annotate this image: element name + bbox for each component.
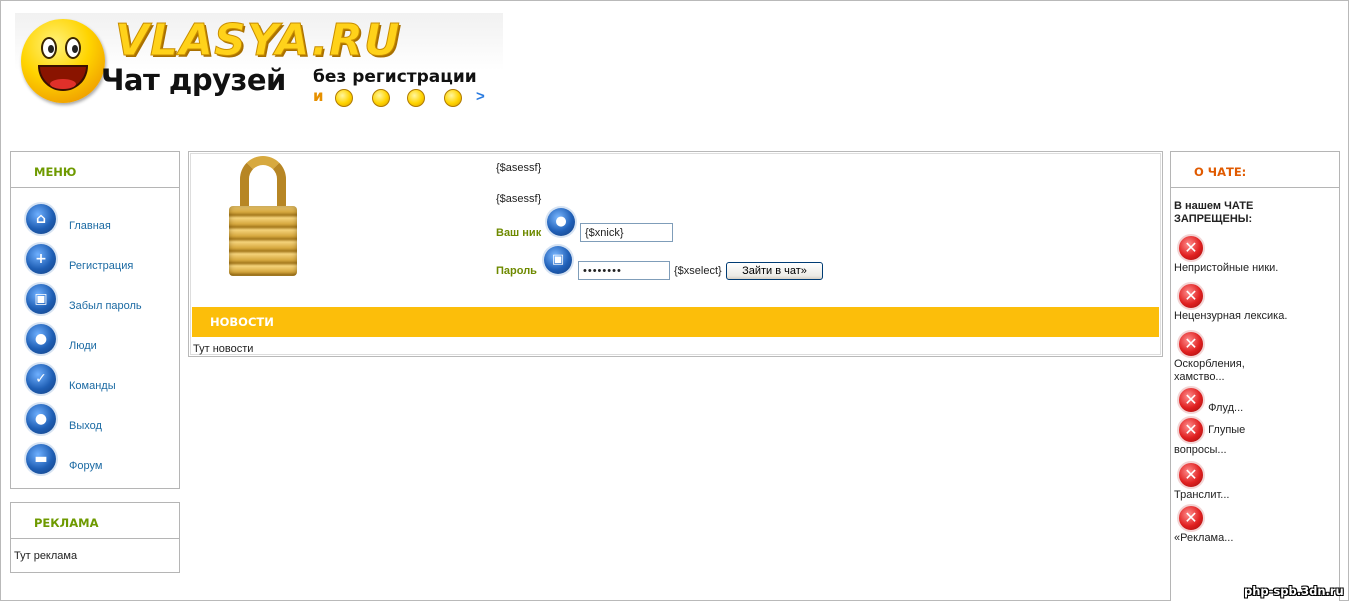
about-body: В нашем ЧАТЕ ЗАПРЕЩЕНЫ: ✕ Непристойные н… xyxy=(1171,188,1339,545)
about-heading: О ЧАТЕ: xyxy=(1171,152,1339,188)
password-input[interactable] xyxy=(578,261,670,280)
tongue-smiley-icon xyxy=(444,89,462,107)
rule-item: ✕ Флуд... xyxy=(1174,386,1339,414)
rule-text: «Реклама... xyxy=(1174,532,1234,544)
nick-input[interactable] xyxy=(580,223,673,242)
ads-body: Тут реклама xyxy=(14,550,78,562)
about-panel: О ЧАТЕ: В нашем ЧАТЕ ЗАПРЕЩЕНЫ: ✕ Неприс… xyxy=(1170,151,1340,601)
logo-arrow: > xyxy=(476,88,485,105)
session-var-1: {$asessf} xyxy=(496,162,542,174)
forbidden-icon: ✕ xyxy=(1177,386,1205,414)
glasses-smiley-icon xyxy=(407,89,425,107)
session-var-2: {$asessf} xyxy=(496,193,542,205)
ads-panel: РЕКЛАМА Тут реклама xyxy=(10,502,180,573)
rule-text: Оскорбления, хамство... xyxy=(1174,358,1245,383)
lock-icon: ▣ xyxy=(26,284,56,314)
check-icon: ✓ xyxy=(26,364,56,394)
menu-panel: МЕНЮ ⌂ Главная + Регистрация ▣ Забыл пар… xyxy=(10,151,180,489)
menu-link-registration[interactable]: Регистрация xyxy=(69,260,133,278)
user-icon: ● xyxy=(26,324,56,354)
exit-icon: ● xyxy=(26,404,56,434)
forbidden-icon: ✕ xyxy=(1177,461,1205,489)
password-label: Пароль xyxy=(496,265,537,277)
logo-tagline: без регистрации xyxy=(313,67,477,87)
padlock-icon xyxy=(229,156,297,276)
menu-item-registration[interactable]: + Регистрация xyxy=(11,238,179,278)
enter-chat-button[interactable]: Зайти в чат» xyxy=(726,262,823,280)
menu-link-forum[interactable]: Форум xyxy=(69,460,102,478)
logo-subtitle: Чат друзей xyxy=(101,63,286,97)
menu-link-exit[interactable]: Выход xyxy=(69,420,102,438)
news-heading: НОВОСТИ xyxy=(192,307,1159,337)
menu-item-exit[interactable]: ● Выход xyxy=(11,398,179,438)
ads-heading: РЕКЛАМА xyxy=(11,503,179,539)
forbidden-icon: ✕ xyxy=(1177,330,1205,358)
home-icon: ⌂ xyxy=(26,204,56,234)
smiley-icon xyxy=(335,89,353,107)
rule-text: Транслит... xyxy=(1174,489,1230,501)
forbidden-icon: ✕ xyxy=(1177,504,1205,532)
logo-title: VLASYA.RU xyxy=(115,15,401,67)
login-panel: {$asessf} {$asessf} Ваш ник ● Пароль ▣ {… xyxy=(188,151,1163,357)
lock-icon: ▣ xyxy=(544,246,572,274)
menu-link-home[interactable]: Главная xyxy=(69,220,111,238)
forum-icon: ▬ xyxy=(26,444,56,474)
menu-item-forgot-password[interactable]: ▣ Забыл пароль xyxy=(11,278,179,318)
rule-text: Непристойные ники. xyxy=(1174,262,1279,274)
menu-link-commands[interactable]: Команды xyxy=(69,380,116,398)
forbidden-icon: ✕ xyxy=(1177,282,1205,310)
about-intro: В нашем ЧАТЕ ЗАПРЕЩЕНЫ: xyxy=(1174,200,1254,225)
smiley-logo-icon xyxy=(21,19,105,103)
menu-link-people[interactable]: Люди xyxy=(69,340,97,358)
select-var: {$xselect} xyxy=(674,265,722,277)
rule-text: Нецензурная лексика. xyxy=(1174,310,1288,322)
nick-label: Ваш ник xyxy=(496,227,542,239)
menu-item-home[interactable]: ⌂ Главная xyxy=(11,198,179,238)
forbidden-icon: ✕ xyxy=(1177,234,1205,262)
news-body: Тут новости xyxy=(193,343,254,355)
plus-icon: + xyxy=(26,244,56,274)
login-inner: {$asessf} {$asessf} Ваш ник ● Пароль ▣ {… xyxy=(190,153,1161,355)
rule-item: ✕ «Реклама... xyxy=(1174,504,1339,545)
menu-item-forum[interactable]: ▬ Форум xyxy=(11,438,179,478)
rule-item: ✕ Оскорбления, хамство... xyxy=(1174,330,1264,384)
site-logo[interactable]: VLASYA.RU Чат друзей без регистрации и > xyxy=(15,13,503,109)
menu-link-forgot-password[interactable]: Забыл пароль xyxy=(69,300,142,318)
watermark: php-spb.3dn.ru xyxy=(1244,584,1344,598)
menu-item-commands[interactable]: ✓ Команды xyxy=(11,358,179,398)
rule-item: ✕ Непристойные ники. xyxy=(1174,234,1339,275)
menu-list: ⌂ Главная + Регистрация ▣ Забыл пароль ●… xyxy=(11,188,179,478)
forbidden-icon: ✕ xyxy=(1177,416,1205,444)
rule-text: Флуд... xyxy=(1208,401,1244,414)
menu-heading: МЕНЮ xyxy=(11,152,179,188)
logo-and: и xyxy=(313,87,324,105)
rule-item: ✕ Транслит... xyxy=(1174,461,1339,502)
cool-smiley-icon xyxy=(372,89,390,107)
rule-item: ✕ Глупые вопросы... xyxy=(1174,416,1274,457)
rule-item: ✕ Нецензурная лексика. xyxy=(1174,282,1339,323)
menu-item-people[interactable]: ● Люди xyxy=(11,318,179,358)
user-icon: ● xyxy=(547,208,575,236)
